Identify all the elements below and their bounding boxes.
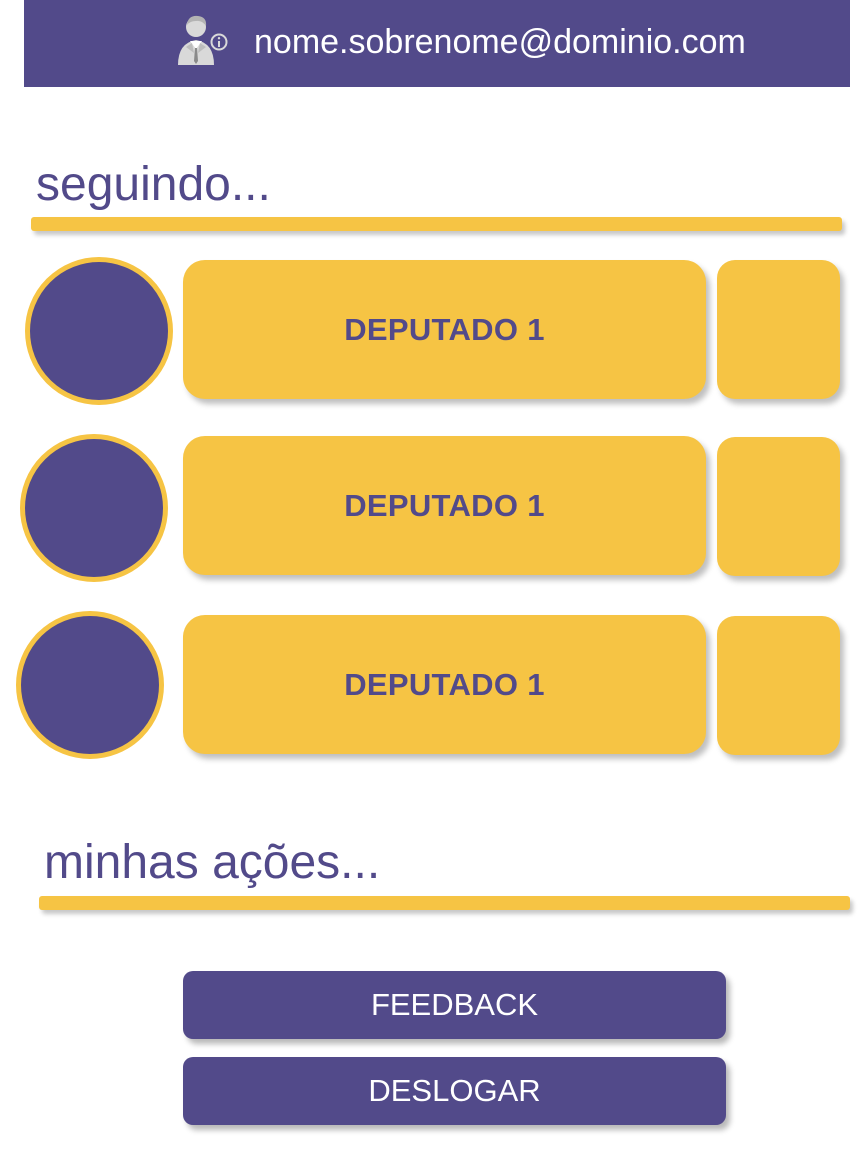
profile-page: nome.sobrenome@dominio.com seguindo... D… (0, 0, 864, 1149)
actions-divider (39, 896, 850, 910)
logout-button[interactable]: DESLOGAR (183, 1057, 726, 1125)
deputy-card-2[interactable]: DEPUTADO 1 (183, 436, 706, 575)
header-bar: nome.sobrenome@dominio.com (24, 0, 850, 87)
deputy-name-3: DEPUTADO 1 (344, 666, 545, 702)
deputy-action-box-2[interactable] (717, 437, 840, 576)
deputy-name-2: DEPUTADO 1 (344, 487, 545, 523)
deputy-avatar-3[interactable] (16, 611, 164, 759)
deputy-avatar-2[interactable] (20, 434, 168, 582)
deputy-card-3[interactable]: DEPUTADO 1 (183, 615, 706, 754)
deputy-avatar-1[interactable] (25, 257, 173, 405)
deputy-card-1[interactable]: DEPUTADO 1 (183, 260, 706, 399)
deputy-action-box-3[interactable] (717, 616, 840, 755)
actions-section-title: minhas ações... (44, 836, 381, 889)
feedback-button[interactable]: FEEDBACK (183, 971, 726, 1039)
deputy-action-box-1[interactable] (717, 260, 840, 399)
following-divider (31, 217, 842, 231)
user-info-icon[interactable] (174, 13, 232, 71)
user-email: nome.sobrenome@dominio.com (254, 23, 746, 61)
following-section-title: seguindo... (36, 158, 271, 211)
deputy-name-1: DEPUTADO 1 (344, 311, 545, 347)
